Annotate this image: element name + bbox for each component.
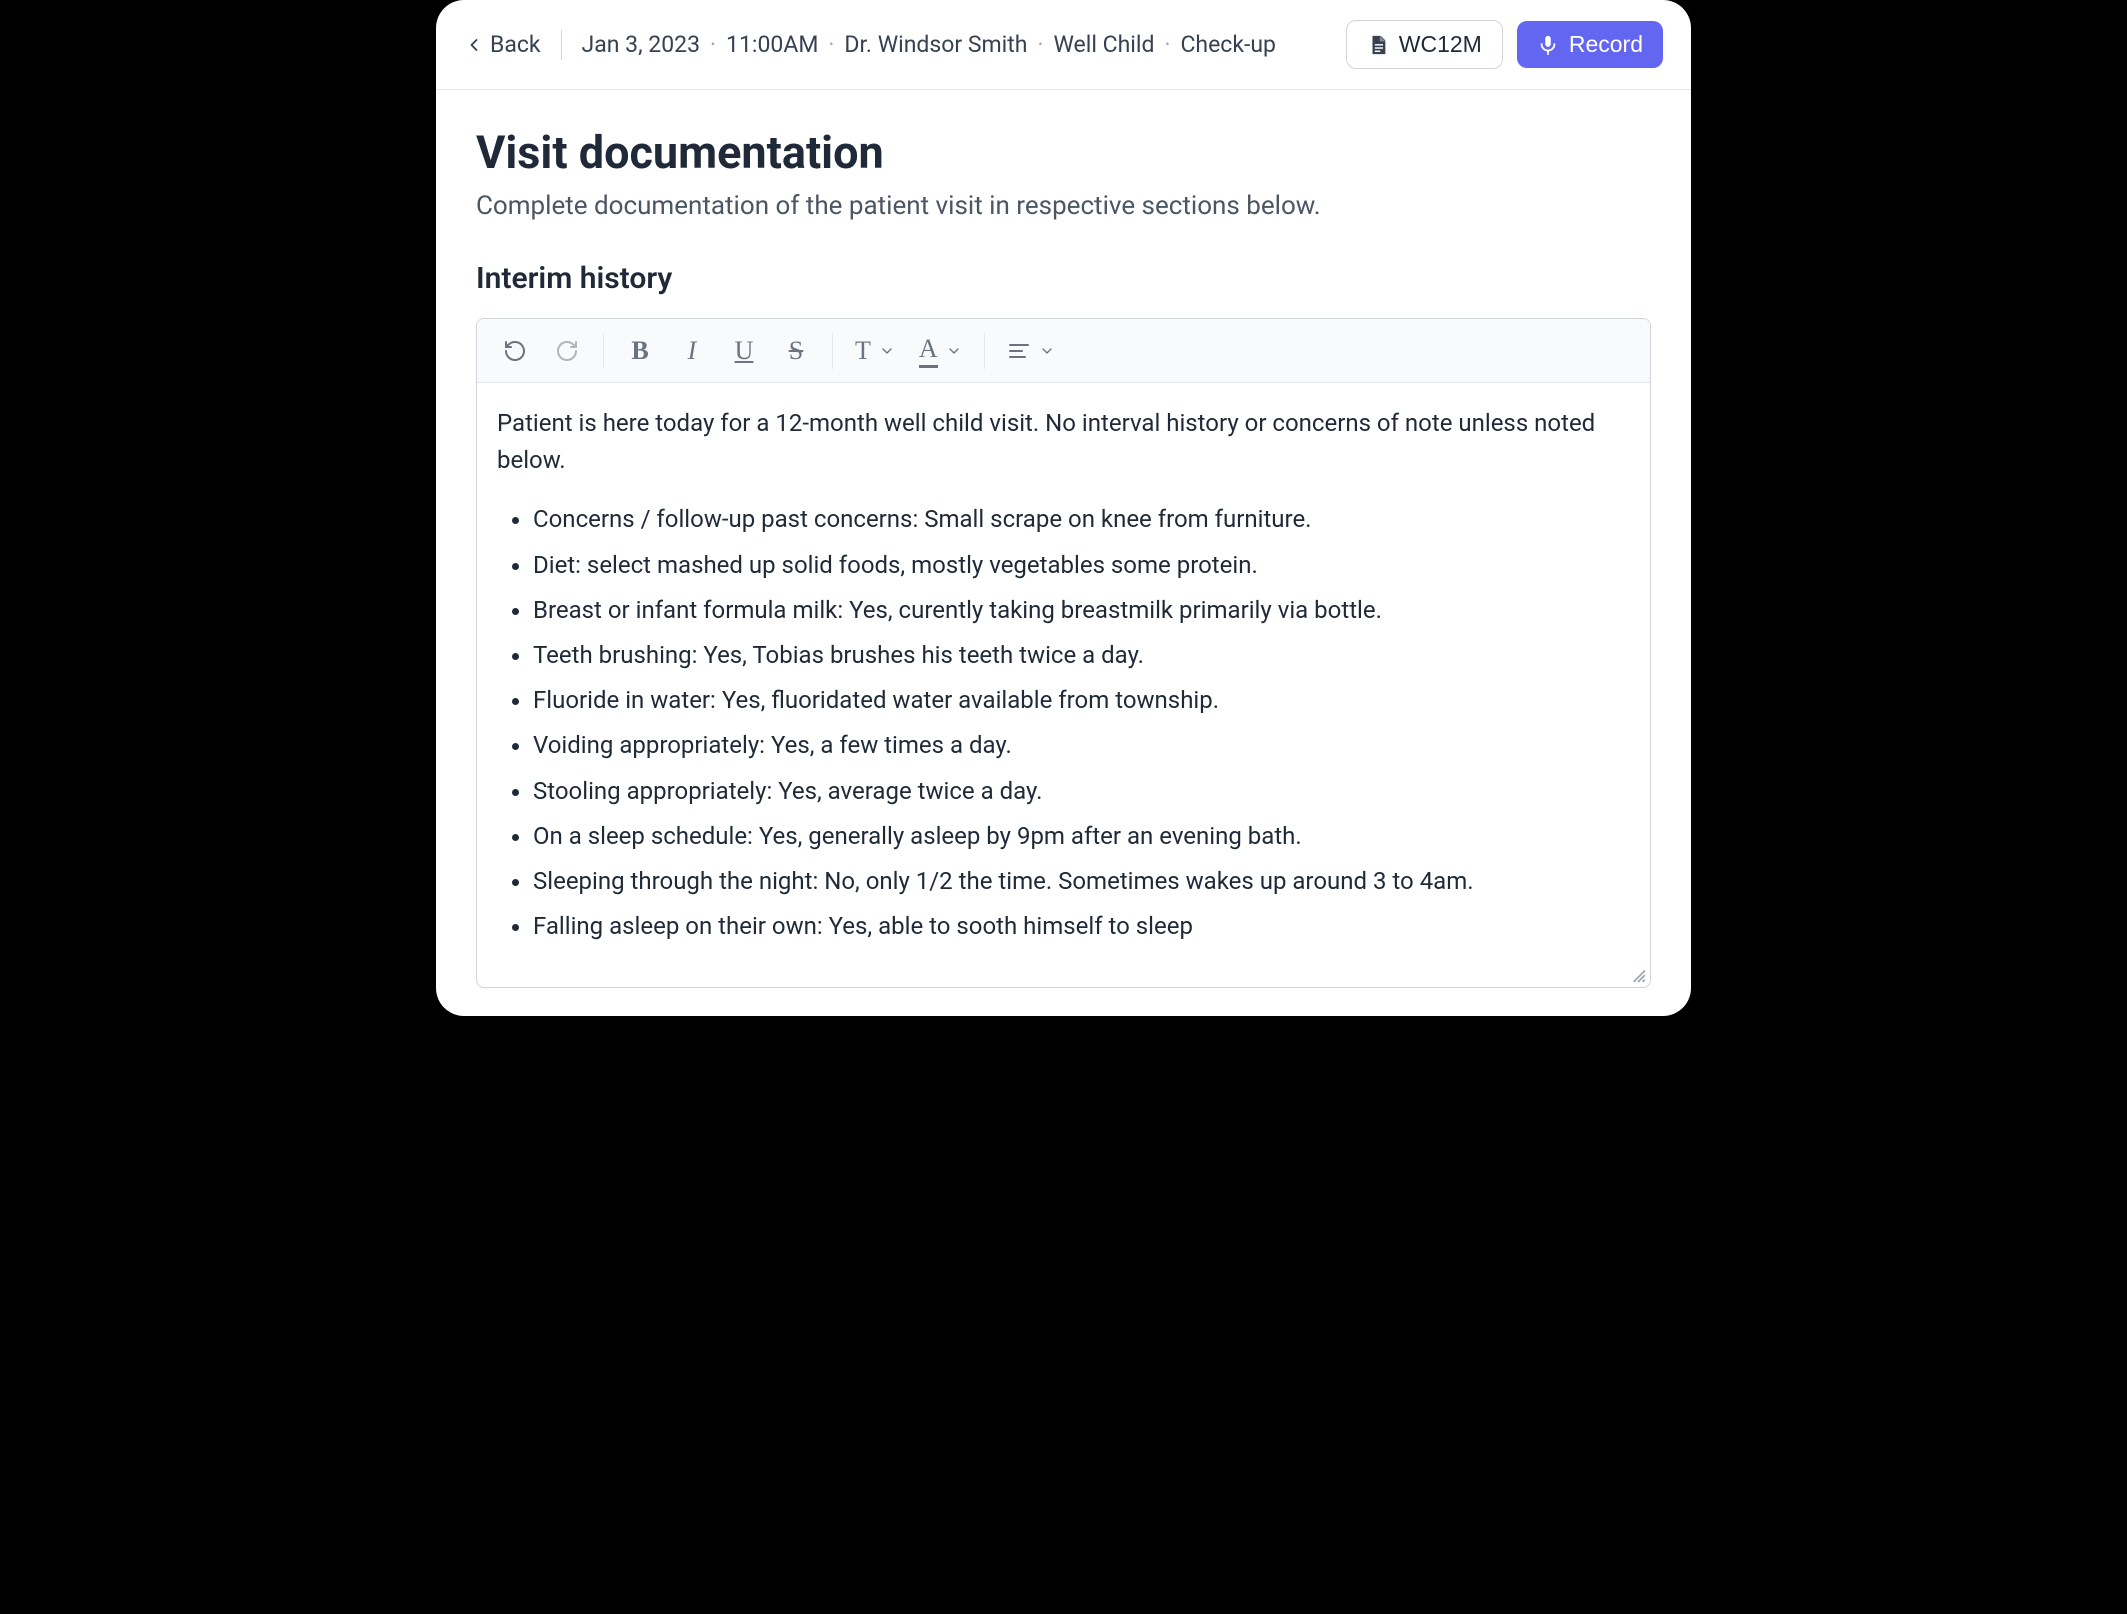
document-icon bbox=[1367, 34, 1389, 56]
crumb-provider: Dr. Windsor Smith bbox=[844, 31, 1027, 58]
bold-button[interactable]: B bbox=[616, 327, 664, 375]
underline-icon: U bbox=[735, 336, 754, 366]
editor-textarea[interactable]: Patient is here today for a 12-month wel… bbox=[477, 383, 1650, 987]
chevron-down-icon bbox=[1039, 343, 1055, 359]
toolbar-separator bbox=[984, 333, 985, 369]
section-title: Interim history bbox=[476, 261, 1651, 296]
header-left: Back Jan 3, 2023 · 11:00AM · Dr. Windsor… bbox=[464, 30, 1276, 60]
header: Back Jan 3, 2023 · 11:00AM · Dr. Windsor… bbox=[436, 0, 1691, 90]
list-item: Stooling appropriately: Yes, average twi… bbox=[533, 773, 1630, 810]
page-title: Visit documentation bbox=[476, 126, 1651, 179]
chevron-left-icon bbox=[464, 35, 484, 55]
list-item: Fluoride in water: Yes, fluoridated wate… bbox=[533, 682, 1630, 719]
template-button-label: WC12M bbox=[1399, 31, 1482, 58]
bold-icon: B bbox=[631, 336, 648, 366]
align-dropdown[interactable] bbox=[997, 327, 1065, 375]
chevron-down-icon bbox=[879, 343, 895, 359]
text-style-dropdown[interactable]: T bbox=[845, 327, 905, 375]
list-item: Sleeping through the night: No, only 1/2… bbox=[533, 863, 1630, 900]
note-list: Concerns / follow-up past concerns: Smal… bbox=[497, 501, 1630, 945]
breadcrumb: Jan 3, 2023 · 11:00AM · Dr. Windsor Smit… bbox=[582, 31, 1276, 58]
note-intro: Patient is here today for a 12-month wel… bbox=[497, 405, 1630, 479]
list-item: Breast or infant formula milk: Yes, cure… bbox=[533, 592, 1630, 629]
crumb-sep: · bbox=[1164, 31, 1170, 58]
app-window: Back Jan 3, 2023 · 11:00AM · Dr. Windsor… bbox=[436, 0, 1691, 1016]
undo-icon bbox=[503, 339, 527, 363]
crumb-visit-type: Well Child bbox=[1053, 31, 1154, 58]
list-item: Falling asleep on their own: Yes, able t… bbox=[533, 908, 1630, 945]
crumb-visit-subtype: Check-up bbox=[1180, 31, 1275, 58]
crumb-sep: · bbox=[1037, 31, 1043, 58]
crumb-time: 11:00AM bbox=[726, 31, 818, 58]
list-item: Teeth brushing: Yes, Tobias brushes his … bbox=[533, 637, 1630, 674]
strike-icon: S bbox=[789, 336, 803, 366]
toolbar-separator bbox=[832, 333, 833, 369]
redo-icon bbox=[555, 339, 579, 363]
toolbar-separator bbox=[603, 333, 604, 369]
back-label: Back bbox=[490, 31, 541, 58]
record-button-label: Record bbox=[1569, 31, 1643, 58]
editor-toolbar: B I U S T A bbox=[477, 319, 1650, 383]
text-color-icon: A bbox=[919, 334, 938, 368]
header-right: WC12M Record bbox=[1346, 20, 1663, 69]
list-item: Voiding appropriately: Yes, a few times … bbox=[533, 727, 1630, 764]
crumb-date: Jan 3, 2023 bbox=[582, 31, 700, 58]
undo-button[interactable] bbox=[491, 327, 539, 375]
redo-button[interactable] bbox=[543, 327, 591, 375]
chevron-down-icon bbox=[946, 343, 962, 359]
record-button[interactable]: Record bbox=[1517, 21, 1663, 68]
resize-handle-icon[interactable] bbox=[1628, 965, 1646, 983]
crumb-sep: · bbox=[828, 31, 834, 58]
list-item: On a sleep schedule: Yes, generally asle… bbox=[533, 818, 1630, 855]
italic-button[interactable]: I bbox=[668, 327, 716, 375]
page-subtitle: Complete documentation of the patient vi… bbox=[476, 191, 1651, 221]
content: Visit documentation Complete documentati… bbox=[436, 90, 1691, 1016]
list-item: Diet: select mashed up solid foods, most… bbox=[533, 547, 1630, 584]
italic-icon: I bbox=[688, 336, 697, 366]
underline-button[interactable]: U bbox=[720, 327, 768, 375]
text-color-dropdown[interactable]: A bbox=[909, 327, 972, 375]
crumb-sep: · bbox=[710, 31, 716, 58]
back-button[interactable]: Back bbox=[464, 31, 541, 58]
strike-button[interactable]: S bbox=[772, 327, 820, 375]
align-left-icon bbox=[1007, 339, 1031, 363]
microphone-icon bbox=[1537, 34, 1559, 56]
rich-text-editor: B I U S T A Patie bbox=[476, 318, 1651, 988]
list-item: Concerns / follow-up past concerns: Smal… bbox=[533, 501, 1630, 538]
template-button[interactable]: WC12M bbox=[1346, 20, 1503, 69]
text-style-icon: T bbox=[855, 336, 871, 366]
separator bbox=[561, 30, 562, 60]
